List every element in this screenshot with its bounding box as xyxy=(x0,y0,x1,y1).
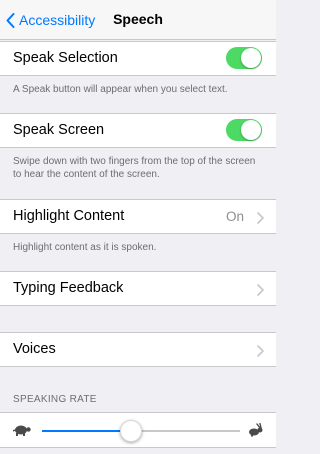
speaking-rate-header: SPEAKING RATE xyxy=(13,394,97,405)
slider-track-fill xyxy=(42,430,132,432)
navigation-bar: Accessibility Speech xyxy=(0,0,276,40)
typing-feedback-row[interactable]: Typing Feedback xyxy=(0,271,276,306)
back-button[interactable]: Accessibility xyxy=(6,9,95,31)
speak-screen-footer: Swipe down with two fingers from the top… xyxy=(13,156,256,180)
highlight-content-row[interactable]: Highlight Content On xyxy=(0,199,276,234)
voices-label: Voices xyxy=(13,341,56,357)
highlight-content-label: Highlight Content xyxy=(13,208,125,224)
speak-selection-label: Speak Selection xyxy=(13,50,118,66)
chevron-right-icon xyxy=(257,284,264,296)
speak-screen-label: Speak Screen xyxy=(13,122,105,138)
chevron-right-icon xyxy=(257,212,264,224)
toggle-knob xyxy=(241,48,261,68)
speak-screen-row: Speak Screen xyxy=(0,113,276,148)
speak-selection-toggle[interactable] xyxy=(226,47,262,69)
back-button-label: Accessibility xyxy=(19,12,96,28)
highlight-content-footer: Highlight content as it is spoken. xyxy=(13,242,157,253)
slider-thumb[interactable] xyxy=(120,420,143,442)
toggle-knob xyxy=(241,120,261,140)
speak-screen-toggle[interactable] xyxy=(226,119,262,141)
hare-icon xyxy=(249,423,263,437)
typing-feedback-label: Typing Feedback xyxy=(13,280,124,296)
turtle-icon xyxy=(13,425,31,436)
chevron-left-icon xyxy=(6,12,15,28)
chevron-right-icon xyxy=(257,345,264,357)
speak-selection-footer: A Speak button will appear when you sele… xyxy=(13,84,228,95)
highlight-content-value: On xyxy=(225,209,244,224)
speaking-rate-slider xyxy=(0,412,276,448)
slider-track-rest xyxy=(131,430,240,432)
speak-selection-row: Speak Selection xyxy=(0,41,276,76)
voices-row[interactable]: Voices xyxy=(0,332,276,367)
